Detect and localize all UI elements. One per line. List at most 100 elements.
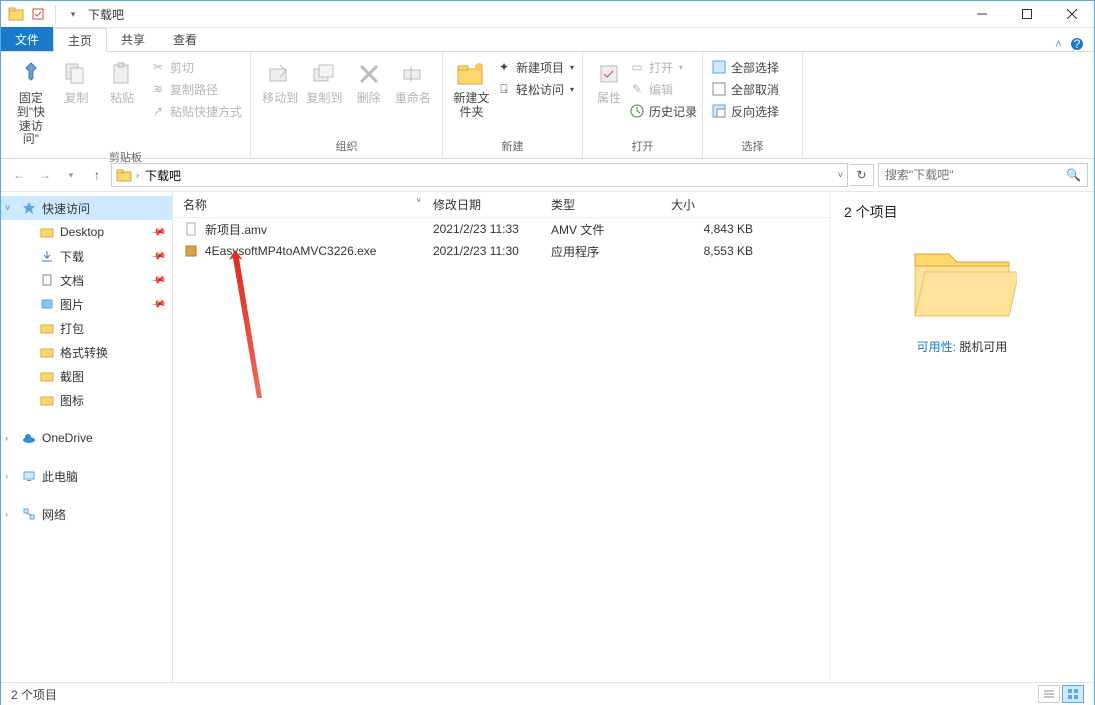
picture-icon: [39, 296, 55, 312]
address-bar: ← → ▾ ↑ › 下载吧 ˅ ↻ 🔍: [1, 159, 1094, 192]
cut-button[interactable]: ✂剪切: [150, 56, 242, 78]
nav-icons[interactable]: 图标: [1, 388, 172, 412]
svg-text:?: ?: [1074, 37, 1081, 51]
nav-screenshot[interactable]: 截图: [1, 364, 172, 388]
copy-icon: [60, 58, 92, 90]
moveto-button[interactable]: 移动到: [259, 56, 301, 136]
nav-quickaccess[interactable]: ˅快速访问: [1, 196, 172, 220]
breadcrumb[interactable]: › 下载吧 ˅: [111, 163, 848, 187]
copypath-button[interactable]: ≋复制路径: [150, 78, 242, 100]
nav-pictures[interactable]: 图片📌: [1, 292, 172, 316]
list-header: 名称˅ 修改日期 类型 大小: [173, 192, 829, 218]
pin-quickaccess-button[interactable]: 固定到"快速访问": [9, 56, 53, 147]
file-list: 名称˅ 修改日期 类型 大小 新项目.amv 2021/2/23 11:33 A…: [173, 192, 829, 682]
search-input[interactable]: [885, 168, 1066, 182]
copyto-button[interactable]: 复制到: [303, 56, 345, 136]
view-details-button[interactable]: [1038, 685, 1060, 703]
group-organize-label: 组织: [259, 136, 434, 158]
chevron-right-icon[interactable]: ›: [5, 509, 8, 519]
collapse-ribbon-icon[interactable]: ˄: [1055, 37, 1062, 51]
tab-file[interactable]: 文件: [1, 27, 53, 51]
sort-indicator-icon: ˅: [416, 196, 421, 205]
nav-up-button[interactable]: ↑: [85, 163, 109, 187]
pasteshortcut-button[interactable]: ↗粘贴快捷方式: [150, 100, 242, 122]
chevron-down-icon[interactable]: ˅: [5, 203, 10, 213]
status-bar: 2 个项目: [1, 682, 1094, 705]
download-icon: [39, 248, 55, 264]
view-icons-button[interactable]: [1062, 685, 1084, 703]
col-type[interactable]: 类型: [551, 196, 671, 213]
copy-button[interactable]: 复制: [55, 56, 99, 147]
delete-button[interactable]: 删除: [348, 56, 390, 136]
nav-convert[interactable]: 格式转换: [1, 340, 172, 364]
col-date[interactable]: 修改日期: [433, 196, 551, 213]
search-icon[interactable]: 🔍: [1066, 168, 1081, 182]
folder-icon: [39, 320, 55, 336]
selectnone-button[interactable]: 全部取消: [711, 78, 779, 100]
folder-icon: [39, 368, 55, 384]
rename-icon: [397, 58, 429, 90]
tab-share[interactable]: 共享: [107, 27, 159, 51]
chevron-right-icon[interactable]: ›: [136, 170, 139, 180]
cloud-icon: [21, 430, 37, 446]
nav-pack[interactable]: 打包: [1, 316, 172, 340]
selectall-icon: [711, 59, 727, 75]
nav-desktop[interactable]: Desktop📌: [1, 220, 172, 244]
file-row[interactable]: 新项目.amv 2021/2/23 11:33 AMV 文件 4,843 KB: [173, 218, 829, 240]
nav-thispc[interactable]: ›此电脑: [1, 464, 172, 488]
invert-button[interactable]: 反向选择: [711, 100, 779, 122]
search-box[interactable]: 🔍: [878, 163, 1088, 187]
col-size[interactable]: 大小: [671, 196, 801, 213]
network-icon: [21, 506, 37, 522]
paste-button[interactable]: 粘贴: [100, 56, 144, 147]
newitem-button[interactable]: ✦新建项目▾: [496, 56, 574, 78]
star-icon: [21, 200, 37, 216]
group-new-label: 新建: [451, 136, 574, 158]
shortcut-icon: ↗: [150, 103, 166, 119]
tab-view[interactable]: 查看: [159, 27, 211, 51]
tab-home[interactable]: 主页: [53, 28, 107, 52]
nav-downloads[interactable]: 下载📌: [1, 244, 172, 268]
close-button[interactable]: [1049, 1, 1094, 28]
newitem-icon: ✦: [496, 59, 512, 75]
qat-properties-icon[interactable]: [29, 5, 47, 23]
nav-network[interactable]: ›网络: [1, 502, 172, 526]
chevron-down-icon[interactable]: ˅: [838, 170, 843, 180]
moveto-icon: [264, 58, 296, 90]
newfolder-button[interactable]: 新建文件夹: [451, 56, 492, 136]
easyaccess-button[interactable]: ⍈轻松访问▾: [496, 78, 574, 100]
big-folder-icon: [907, 240, 1017, 322]
maximize-button[interactable]: [1004, 1, 1049, 28]
ribbon-tabs: 文件 主页 共享 查看 ˄ ?: [1, 28, 1094, 52]
open-button[interactable]: ▭打开▾: [629, 56, 697, 78]
minimize-button[interactable]: [959, 1, 1004, 28]
ribbon: 固定到"快速访问" 复制 粘贴 ✂剪切 ≋复制路径 ↗粘贴快捷方式 剪贴板 移动…: [1, 52, 1094, 159]
nav-back-button[interactable]: ←: [7, 163, 31, 187]
path-icon: ≋: [150, 81, 166, 97]
exe-icon: [183, 243, 199, 259]
scissors-icon: ✂: [150, 59, 166, 75]
nav-forward-button: →: [33, 163, 57, 187]
help-icon[interactable]: ?: [1070, 37, 1084, 51]
folder-icon: [39, 224, 55, 240]
chevron-right-icon[interactable]: ›: [5, 433, 8, 443]
history-button[interactable]: 历史记录: [629, 100, 697, 122]
refresh-button[interactable]: ↻: [850, 164, 874, 186]
selectall-button[interactable]: 全部选择: [711, 56, 779, 78]
properties-button[interactable]: 属性: [591, 56, 627, 136]
rename-button[interactable]: 重命名: [392, 56, 434, 136]
folder-icon: [7, 5, 25, 23]
edit-button[interactable]: ✎编辑: [629, 78, 697, 100]
breadcrumb-segment[interactable]: 下载吧: [143, 167, 183, 184]
nav-documents[interactable]: 文档📌: [1, 268, 172, 292]
pin-icon: [15, 58, 47, 90]
properties-icon: [593, 58, 625, 90]
group-open-label: 打开: [591, 136, 694, 158]
file-row[interactable]: 4EasysoftMP4toAMVC3226.exe 2021/2/23 11:…: [173, 240, 829, 262]
nav-recent-button[interactable]: ▾: [59, 163, 83, 187]
qat-dropdown-icon[interactable]: ▾: [64, 5, 82, 23]
nav-onedrive[interactable]: ›OneDrive: [1, 426, 172, 450]
chevron-right-icon[interactable]: ›: [5, 471, 8, 481]
col-name[interactable]: 名称˅: [173, 196, 433, 213]
open-icon: ▭: [629, 59, 645, 75]
